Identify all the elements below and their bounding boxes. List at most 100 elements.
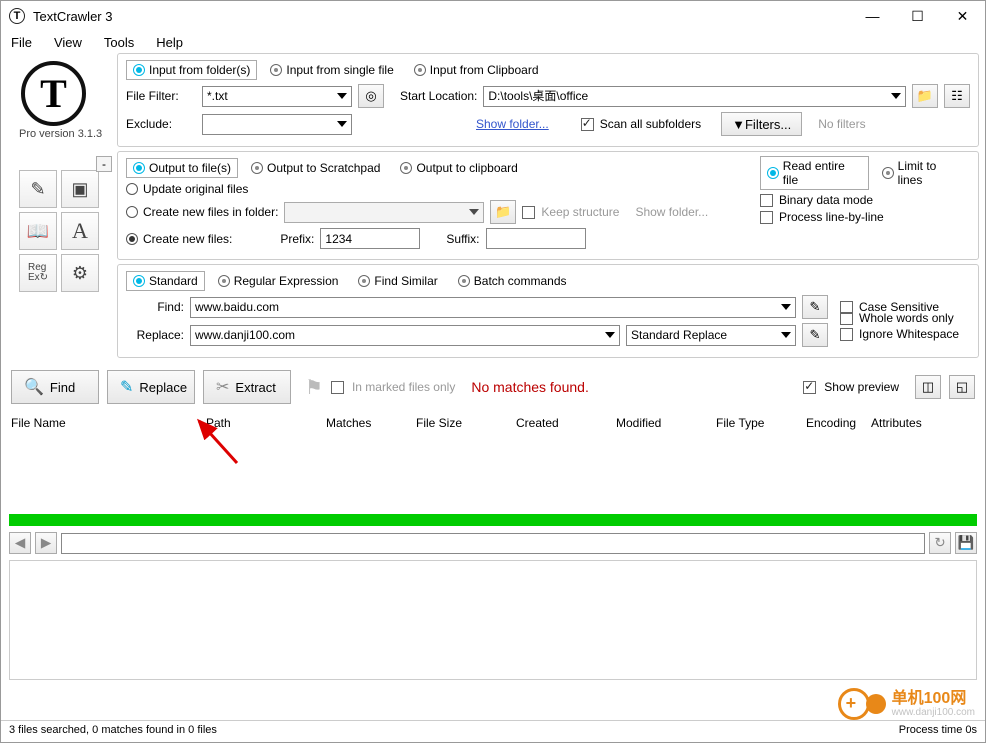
replace-button[interactable]: ✎Replace <box>107 370 195 404</box>
window-title: TextCrawler 3 <box>33 9 850 24</box>
next-button[interactable]: ▶ <box>35 532 57 554</box>
folder-tree-button[interactable]: ☷ <box>944 84 970 108</box>
suffix-label: Suffix: <box>446 232 479 246</box>
status-bar: 3 files searched, 0 matches found in 0 f… <box>1 720 985 742</box>
book-tool-button[interactable]: 📖 <box>19 212 57 250</box>
tab-limit-lines[interactable]: Limit to lines <box>875 156 970 190</box>
col-attributes[interactable]: Attributes <box>871 416 932 430</box>
show-preview-checkbox[interactable] <box>803 381 816 394</box>
left-sidebar: T Pro version 3.1.3 ✎ ▣ 📖 A RegEx↻ ⚙ <box>7 53 117 362</box>
tab-input-clipboard[interactable]: Input from Clipboard <box>407 60 546 80</box>
tab-read-entire[interactable]: Read entire file <box>760 156 869 190</box>
start-location-label: Start Location: <box>400 89 477 103</box>
maximize-button[interactable]: ☐ <box>895 1 940 31</box>
tab-find-similar[interactable]: Find Similar <box>351 271 444 291</box>
show-preview-label: Show preview <box>824 380 899 394</box>
find-input[interactable]: www.baidu.com <box>190 297 796 318</box>
menu-tools[interactable]: Tools <box>104 35 134 50</box>
app-logo: T <box>21 61 86 126</box>
version-label: Pro version 3.1.3 <box>19 128 117 140</box>
tab-input-single[interactable]: Input from single file <box>263 60 400 80</box>
replace-input[interactable]: www.danji100.com <box>190 325 620 346</box>
marked-files-checkbox[interactable] <box>331 381 344 394</box>
regex-tool-button[interactable]: RegEx↻ <box>19 254 57 292</box>
tab-standard[interactable]: Standard <box>126 271 205 291</box>
browse-folder-button[interactable]: 📁 <box>912 84 938 108</box>
layout-button-2[interactable]: ◱ <box>949 375 975 399</box>
start-location-select[interactable]: D:\tools\桌面\office <box>483 86 906 107</box>
refresh-button[interactable]: ↻ <box>929 532 951 554</box>
show-folder-link[interactable]: Show folder... <box>476 117 549 131</box>
font-tool-button[interactable]: A <box>61 212 99 250</box>
menu-help[interactable]: Help <box>156 35 183 50</box>
exclude-label: Exclude: <box>126 117 196 131</box>
filters-button[interactable]: ▼ Filters... <box>721 112 802 136</box>
nav-row: ◀ ▶ ↻ 💾 <box>1 530 985 556</box>
suffix-input[interactable] <box>486 228 586 249</box>
collapse-button[interactable]: - <box>96 156 112 172</box>
keep-structure-checkbox <box>522 206 535 219</box>
keep-structure-label: Keep structure <box>541 205 619 219</box>
create-new-files-radio[interactable]: Create new files: <box>126 232 232 246</box>
line-by-line-checkbox[interactable] <box>760 211 773 224</box>
col-filesize[interactable]: File Size <box>416 416 516 430</box>
binary-mode-checkbox[interactable] <box>760 194 773 207</box>
col-filetype[interactable]: File Type <box>716 416 806 430</box>
status-right: Process time 0s <box>899 724 977 739</box>
path-input[interactable] <box>61 533 925 554</box>
app-icon: T <box>9 8 25 24</box>
status-left: 3 files searched, 0 matches found in 0 f… <box>9 724 217 739</box>
col-filename[interactable]: File Name <box>11 416 206 430</box>
preview-pane <box>9 560 977 680</box>
edit-find-button[interactable]: ✎ <box>802 295 828 319</box>
edit-replace-button[interactable]: ✎ <box>802 323 828 347</box>
scan-subfolders-label: Scan all subfolders <box>600 117 701 131</box>
show-folder-label: Show folder... <box>635 205 708 219</box>
menubar: File View Tools Help <box>1 31 985 53</box>
tab-input-folders[interactable]: Input from folder(s) <box>126 60 257 80</box>
find-button[interactable]: 🔍Find <box>11 370 99 404</box>
save-button[interactable]: 💾 <box>955 532 977 554</box>
tab-output-files[interactable]: Output to file(s) <box>126 158 238 178</box>
col-created[interactable]: Created <box>516 416 616 430</box>
target-icon-button[interactable]: ◎ <box>358 84 384 108</box>
titlebar: T TextCrawler 3 — ☐ ✕ <box>1 1 985 31</box>
output-panel: - Output to file(s) Output to Scratchpad… <box>117 151 979 260</box>
find-label: Find: <box>126 300 184 314</box>
search-panel: Standard Regular Expression Find Similar… <box>117 264 979 358</box>
col-modified[interactable]: Modified <box>616 416 716 430</box>
scan-subfolders-checkbox[interactable] <box>581 118 594 131</box>
ignore-whitespace-checkbox[interactable] <box>840 328 853 341</box>
marked-files-label: In marked files only <box>352 380 455 394</box>
file-filter-select[interactable]: *.txt <box>202 86 352 107</box>
flag-icon: ⚑ <box>305 375 323 400</box>
create-in-folder-radio[interactable]: Create new files in folder: <box>126 205 278 219</box>
browse-create-folder-button: 📁 <box>490 200 516 224</box>
results-headers: File Name Path Matches File Size Created… <box>1 412 985 434</box>
exclude-select[interactable] <box>202 114 352 135</box>
menu-view[interactable]: View <box>54 35 82 50</box>
close-button[interactable]: ✕ <box>940 1 985 31</box>
create-folder-select <box>284 202 484 223</box>
extract-button[interactable]: ✂Extract <box>203 370 291 404</box>
whole-words-checkbox[interactable] <box>840 312 853 325</box>
tab-batch[interactable]: Batch commands <box>451 271 574 291</box>
minimize-button[interactable]: — <box>850 1 895 31</box>
tab-regex[interactable]: Regular Expression <box>211 271 346 291</box>
replace-label: Replace: <box>126 328 184 342</box>
windows-tool-button[interactable]: ▣ <box>61 170 99 208</box>
tab-output-clipboard[interactable]: Output to clipboard <box>393 158 524 178</box>
replace-mode-select[interactable]: Standard Replace <box>626 325 796 346</box>
no-filters-label: No filters <box>818 117 865 131</box>
col-matches[interactable]: Matches <box>326 416 416 430</box>
prev-button[interactable]: ◀ <box>9 532 31 554</box>
edit-tool-button[interactable]: ✎ <box>19 170 57 208</box>
menu-file[interactable]: File <box>11 35 32 50</box>
tab-output-scratchpad[interactable]: Output to Scratchpad <box>244 158 387 178</box>
watermark: 单机100网www.danji100.com <box>838 688 975 720</box>
layout-button-1[interactable]: ◫ <box>915 375 941 399</box>
settings-tool-button[interactable]: ⚙ <box>61 254 99 292</box>
col-path[interactable]: Path <box>206 416 326 430</box>
prefix-input[interactable] <box>320 228 420 249</box>
col-encoding[interactable]: Encoding <box>806 416 871 430</box>
